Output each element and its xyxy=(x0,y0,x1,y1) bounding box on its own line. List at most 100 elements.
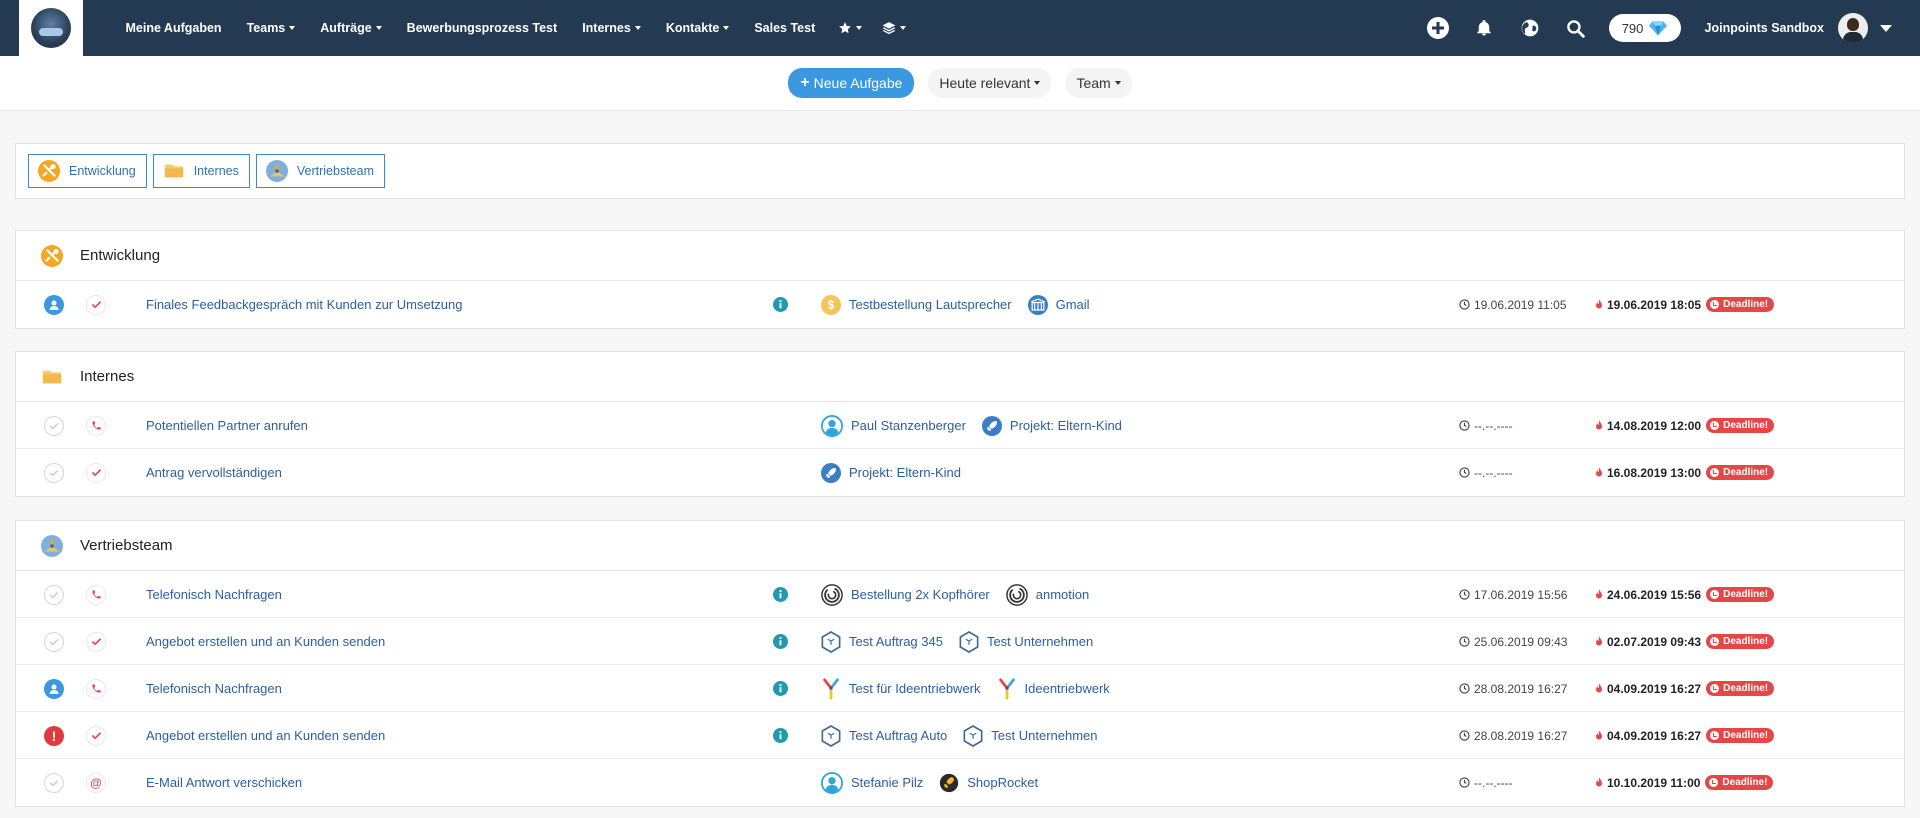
related-label: Stefanie Pilz xyxy=(851,775,924,790)
info-icon[interactable] xyxy=(773,618,788,665)
section-title: Entwicklung xyxy=(80,247,161,264)
nav-item-1[interactable]: Teams xyxy=(234,0,308,56)
nav-item-3[interactable]: Bewerbungsprozess Test xyxy=(394,0,570,56)
related-label: Projekt: Eltern-Kind xyxy=(1009,418,1122,433)
new-task-label: Neue Aufgabe xyxy=(813,75,903,91)
hexagon-logo-icon xyxy=(963,724,983,747)
deadline-badge: Deadline! xyxy=(1706,465,1775,480)
related-items: Test Auftrag 345 Test Unternehmen xyxy=(821,618,1109,665)
due-date: 24.06.2019 15:56 Deadline! xyxy=(1594,571,1775,618)
start-date: --.--.---- xyxy=(1459,449,1513,496)
task-title[interactable]: Telefonisch Nachfragen xyxy=(146,665,282,712)
group-chip-0[interactable]: Entwicklung xyxy=(28,154,147,188)
section-header: Entwicklung xyxy=(16,231,1904,281)
chevron-down-icon xyxy=(375,26,382,30)
task-title[interactable]: Finales Feedbackgespräch mit Kunden zur … xyxy=(146,281,463,328)
related-label: anmotion xyxy=(1035,587,1090,602)
flame-icon xyxy=(1596,729,1602,739)
related-label: Test für Ideentriebwerk xyxy=(849,681,981,696)
related-link[interactable]: Test Unternehmen xyxy=(959,630,1093,653)
related-link[interactable]: Gmail xyxy=(1027,294,1090,315)
brand-logo-box[interactable] xyxy=(19,0,83,56)
due-date: 19.06.2019 18:05 Deadline! xyxy=(1594,281,1775,328)
points-balance[interactable]: 790 xyxy=(1608,14,1681,42)
section-header: Internes xyxy=(16,352,1904,402)
task-title[interactable]: Telefonisch Nachfragen xyxy=(146,571,282,618)
nav-layers-menu[interactable] xyxy=(872,0,916,56)
start-date-value: 19.06.2019 11:05 xyxy=(1474,297,1567,312)
related-link[interactable]: Projekt: Eltern-Kind xyxy=(981,415,1122,436)
nav-item-0[interactable]: Meine Aufgaben xyxy=(113,0,234,56)
complete-check-icon[interactable] xyxy=(44,772,64,793)
account-menu-chevron-icon[interactable] xyxy=(1880,24,1892,32)
related-link[interactable]: ShopRocket xyxy=(939,773,1038,793)
new-task-button[interactable]: + Neue Aufgabe xyxy=(788,68,915,98)
nav-item-2[interactable]: Aufträge xyxy=(308,0,394,56)
phone-icon xyxy=(86,584,106,605)
language-button[interactable] xyxy=(1507,0,1553,56)
complete-check-icon[interactable] xyxy=(44,584,64,605)
notifications-button[interactable] xyxy=(1461,0,1507,56)
due-date-value: 04.09.2019 16:27 xyxy=(1607,681,1702,696)
brand-logo-icon[interactable] xyxy=(31,8,71,48)
nav-favorites-menu[interactable] xyxy=(828,0,872,56)
group-chip-2[interactable]: Vertriebsteam xyxy=(255,154,385,188)
nav-item-4[interactable]: Internes xyxy=(570,0,654,56)
layers-icon xyxy=(882,22,896,35)
related-link[interactable]: Test für Ideentriebwerk xyxy=(821,677,981,700)
task-title[interactable]: Potentiellen Partner anrufen xyxy=(146,402,308,449)
info-icon[interactable] xyxy=(773,665,788,712)
due-date: 04.09.2019 16:27 Deadline! xyxy=(1594,712,1775,759)
nav-item-label: Sales Test xyxy=(754,21,816,35)
due-date: 02.07.2019 09:43 Deadline! xyxy=(1594,618,1775,665)
related-label: Test Auftrag 345 xyxy=(849,634,943,649)
related-link[interactable]: Bestellung 2x Kopfhörer xyxy=(821,583,990,606)
nav-item-6[interactable]: Sales Test xyxy=(742,0,828,56)
info-icon[interactable] xyxy=(773,712,788,759)
section-title: Vertriebsteam xyxy=(80,537,173,554)
task-row: Telefonisch Nachfragen Bestellung 2x Kop… xyxy=(16,571,1904,618)
assigned-user-icon[interactable] xyxy=(44,294,64,315)
due-date-value: 16.08.2019 13:00 xyxy=(1607,465,1702,480)
account-name[interactable]: Joinpoints Sandbox xyxy=(1705,21,1824,35)
related-link[interactable]: anmotion xyxy=(1005,583,1090,606)
related-label: Paul Stanzenberger xyxy=(851,418,966,433)
related-link[interactable]: Test Auftrag Auto xyxy=(821,724,947,747)
related-link[interactable]: Ideentriebwerk xyxy=(997,677,1110,700)
nav-item-label: Internes xyxy=(582,21,631,35)
related-link[interactable]: Projekt: Eltern-Kind xyxy=(821,462,961,483)
related-items: Projekt: Eltern-Kind xyxy=(821,449,977,496)
nav-item-5[interactable]: Kontakte xyxy=(653,0,741,56)
team-filter-dropdown[interactable]: Team xyxy=(1065,68,1132,98)
relevance-filter-dropdown[interactable]: Heute relevant xyxy=(928,68,1052,98)
task-title[interactable]: E-Mail Antwort verschicken xyxy=(146,759,302,806)
nav-item-label: Kontakte xyxy=(665,21,720,35)
related-link[interactable]: $ Testbestellung Lautsprecher xyxy=(821,294,1012,315)
info-icon[interactable] xyxy=(773,571,788,618)
related-link[interactable]: Test Unternehmen xyxy=(963,724,1098,747)
start-date-value: 17.06.2019 15:56 xyxy=(1474,587,1568,602)
task-title[interactable]: Antrag vervollständigen xyxy=(146,449,282,496)
phone-icon xyxy=(86,678,106,699)
info-icon[interactable] xyxy=(773,281,788,328)
task-title[interactable]: Angebot erstellen und an Kunden senden xyxy=(146,712,385,759)
related-link[interactable]: Test Auftrag 345 xyxy=(821,630,943,653)
task-row: Angebot erstellen und an Kunden senden T… xyxy=(16,618,1904,665)
user-avatar[interactable] xyxy=(1838,13,1868,43)
group-chip-1[interactable]: Internes xyxy=(152,154,250,188)
start-date-value: --.--.---- xyxy=(1474,775,1513,790)
complete-check-icon[interactable] xyxy=(44,631,64,652)
related-link[interactable]: Stefanie Pilz xyxy=(821,771,924,794)
group-chip-label: Entwicklung xyxy=(69,164,136,178)
related-items: Bestellung 2x Kopfhörer anmotion xyxy=(821,571,1105,618)
add-button[interactable] xyxy=(1415,0,1461,56)
task-title[interactable]: Angebot erstellen und an Kunden senden xyxy=(146,618,385,665)
complete-check-icon[interactable] xyxy=(44,415,64,436)
bell-icon xyxy=(1476,20,1491,36)
start-date-value: --.--.---- xyxy=(1474,418,1513,433)
complete-check-icon[interactable] xyxy=(44,462,64,483)
related-link[interactable]: Paul Stanzenberger xyxy=(821,414,966,437)
search-button[interactable] xyxy=(1553,0,1599,56)
assigned-user-icon[interactable] xyxy=(44,678,64,699)
alert-icon[interactable]: ! xyxy=(44,725,64,746)
